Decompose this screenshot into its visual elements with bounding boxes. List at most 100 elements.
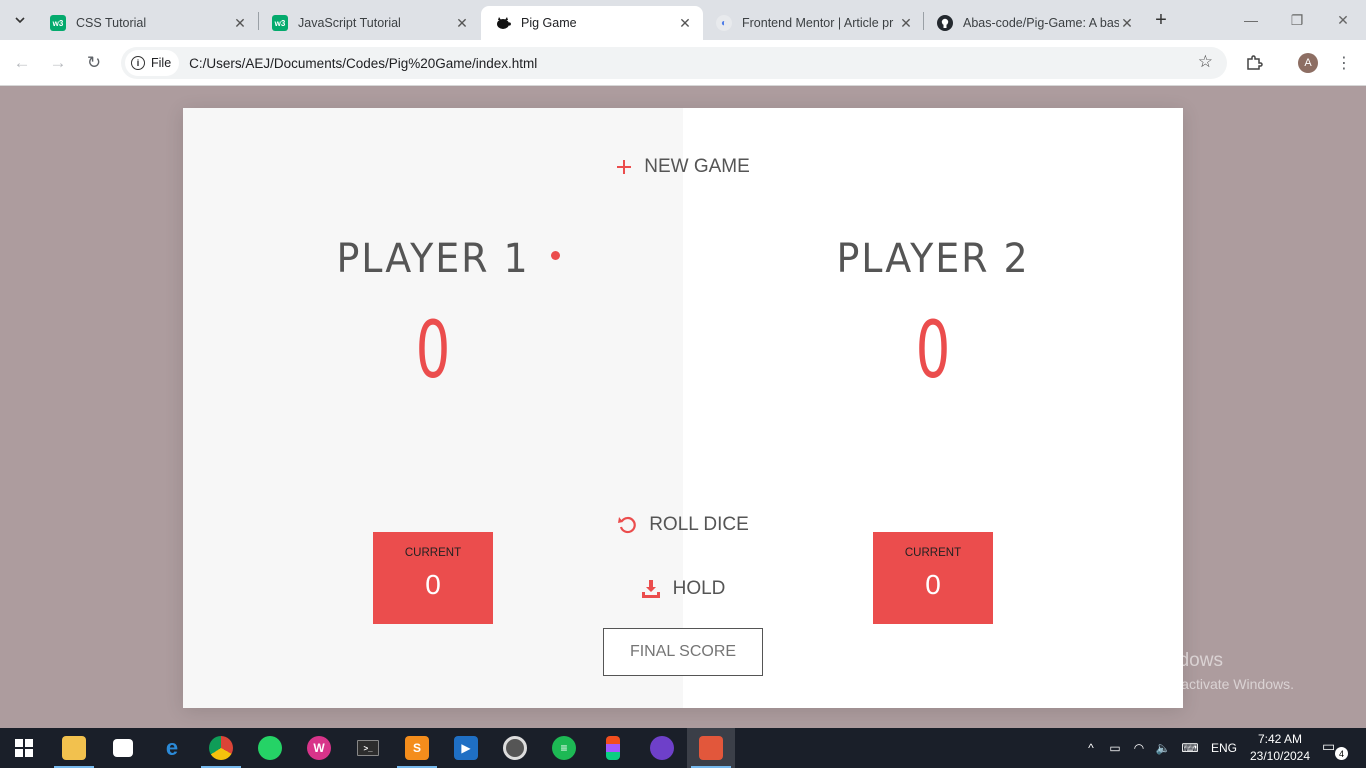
github-desktop-icon [650, 736, 674, 760]
final-score-input[interactable] [603, 628, 763, 676]
tab-title: Abas-code/Pig-Game: A bas [963, 16, 1119, 30]
language-indicator[interactable]: ENG [1208, 728, 1240, 768]
wps-icon: W [307, 736, 331, 760]
hold-label: HOLD [672, 578, 726, 599]
player-1-name: PLAYER 1 [336, 236, 530, 282]
w3schools-icon: w3 [50, 15, 66, 31]
new-game-button[interactable]: NEW GAME [583, 152, 783, 182]
watermark-title: Activate Windows [1073, 650, 1223, 671]
player-1-panel: PLAYER 1 0 CURRENT 0 [183, 108, 683, 708]
site-info-label: File [151, 56, 172, 70]
terminal-icon: >_ [357, 740, 379, 756]
close-icon[interactable]: ✕ [232, 15, 248, 31]
tab-github-pig-game[interactable]: Abas-code/Pig-Game: A bas ✕ [923, 6, 1145, 40]
close-window-button[interactable]: ✕ [1328, 8, 1358, 32]
reload-icon: ↻ [86, 53, 102, 72]
url-text[interactable]: C:/Users/AEJ/Documents/Codes/Pig%20Game/… [189, 56, 537, 71]
browser-toolbar: ← → ↻ i File C:/Users/AEJ/Documents/Code… [0, 40, 1366, 86]
media-player-icon: ▶ [454, 736, 478, 760]
figma-button[interactable] [589, 728, 637, 768]
download-icon [641, 579, 661, 599]
current-label: CURRENT [904, 547, 962, 559]
sublime-icon: S [405, 736, 429, 760]
tab-title: Pig Game [521, 16, 577, 30]
github-desktop-button[interactable] [638, 728, 686, 768]
media-player-button[interactable]: ▶ [442, 728, 490, 768]
chevron-up-icon: ^ [1088, 741, 1094, 755]
edge-icon: e [165, 735, 179, 760]
new-game-label: NEW GAME [644, 156, 750, 177]
roll-dice-button[interactable]: ROLL DICE [583, 510, 783, 540]
player-1-current-box: CURRENT 0 [373, 532, 493, 624]
back-arrow-icon: ← [13, 53, 31, 72]
page-viewport: PLAYER 1 0 CURRENT 0 PLAYER 2 0 CURRENT … [0, 87, 1366, 728]
edge-button[interactable]: e [148, 728, 196, 768]
close-icon[interactable]: ✕ [454, 15, 470, 31]
current-label: CURRENT [404, 547, 462, 559]
close-icon[interactable]: ✕ [898, 15, 914, 31]
puzzle-icon [1247, 55, 1263, 70]
reload-button[interactable]: ↻ [82, 51, 106, 75]
player-2-panel: PLAYER 2 0 CURRENT 0 [683, 108, 1183, 708]
file-explorer-button[interactable] [50, 728, 98, 768]
start-button[interactable] [0, 728, 48, 768]
frontend-mentor-icon: ◐ [716, 15, 732, 31]
windows-taskbar: e W >_ S ▶ ≡ ^ ▭ ◠ 🔈 ⌨ ENG 7:42 AM 23/10… [0, 728, 1366, 768]
minimize-icon: — [1244, 12, 1258, 28]
spotify-button[interactable]: ≡ [540, 728, 588, 768]
active-player-indicator [551, 251, 560, 260]
plus-icon: + [1155, 8, 1167, 31]
tab-pig-game[interactable]: Pig Game ✕ [481, 6, 703, 40]
player-2-current-score: 0 [925, 569, 941, 600]
tab-title: CSS Tutorial [76, 16, 147, 30]
game-board: PLAYER 1 0 CURRENT 0 PLAYER 2 0 CURRENT … [183, 108, 1183, 708]
tab-javascript-tutorial[interactable]: w3 JavaScript Tutorial ✕ [258, 6, 480, 40]
kebab-menu-icon: ⋮ [1336, 55, 1352, 72]
github-icon [937, 15, 953, 31]
hold-button[interactable]: HOLD [583, 574, 783, 604]
close-icon[interactable]: ✕ [677, 15, 693, 31]
player-2-score: 0 [915, 306, 951, 396]
player-2-current-box: CURRENT 0 [873, 532, 993, 624]
chevron-down-icon [15, 17, 25, 24]
store-button[interactable] [99, 728, 147, 768]
tab-search-button[interactable] [8, 8, 32, 32]
watermark-subtitle: Go to Settings to activate Windows. [1073, 676, 1294, 692]
close-icon[interactable]: ✕ [1119, 15, 1135, 31]
volume-icon[interactable]: 🔈 [1152, 728, 1174, 768]
clock-date: 23/10/2024 [1249, 749, 1311, 763]
show-hidden-icons-button[interactable]: ^ [1080, 728, 1102, 768]
player-1-current-score: 0 [425, 569, 441, 600]
profile-avatar[interactable]: A [1298, 53, 1318, 73]
extensions-button[interactable] [1242, 51, 1266, 75]
chrome-button[interactable] [197, 728, 245, 768]
back-button[interactable]: ← [10, 51, 34, 75]
keyboard-icon[interactable]: ⌨ [1176, 728, 1204, 768]
action-center-button[interactable]: ▭ 4 [1322, 738, 1348, 760]
bookmark-star-icon[interactable]: ☆ [1198, 52, 1213, 72]
menu-button[interactable]: ⋮ [1332, 51, 1356, 75]
windows-logo-icon [15, 739, 33, 757]
restore-button[interactable]: ❐ [1282, 8, 1312, 32]
new-tab-button[interactable]: + [1150, 8, 1172, 32]
groove-button[interactable] [491, 728, 539, 768]
clock-time: 7:42 AM [1257, 732, 1303, 746]
sublime-button[interactable]: S [393, 728, 441, 768]
forward-arrow-icon: → [49, 53, 67, 72]
battery-icon[interactable]: ▭ [1104, 728, 1126, 768]
tab-css-tutorial[interactable]: w3 CSS Tutorial ✕ [36, 6, 258, 40]
whatsapp-button[interactable] [246, 728, 294, 768]
forward-button[interactable]: → [46, 51, 70, 75]
tab-frontend-mentor[interactable]: ◐ Frontend Mentor | Article pr ✕ [702, 6, 924, 40]
store-icon [113, 739, 133, 757]
wifi-icon[interactable]: ◠ [1128, 728, 1150, 768]
site-info-chip[interactable]: i File [125, 50, 180, 76]
roll-dice-label: ROLL DICE [649, 514, 749, 535]
active-app-button[interactable] [687, 728, 735, 768]
address-bar[interactable]: i File C:/Users/AEJ/Documents/Codes/Pig%… [121, 47, 1227, 79]
wps-button[interactable]: W [295, 728, 343, 768]
undo-arrow-icon [617, 515, 637, 535]
system-clock[interactable]: 7:42 AM 23/10/2024 [1246, 731, 1314, 765]
terminal-button[interactable]: >_ [344, 728, 392, 768]
minimize-button[interactable]: — [1236, 8, 1266, 32]
